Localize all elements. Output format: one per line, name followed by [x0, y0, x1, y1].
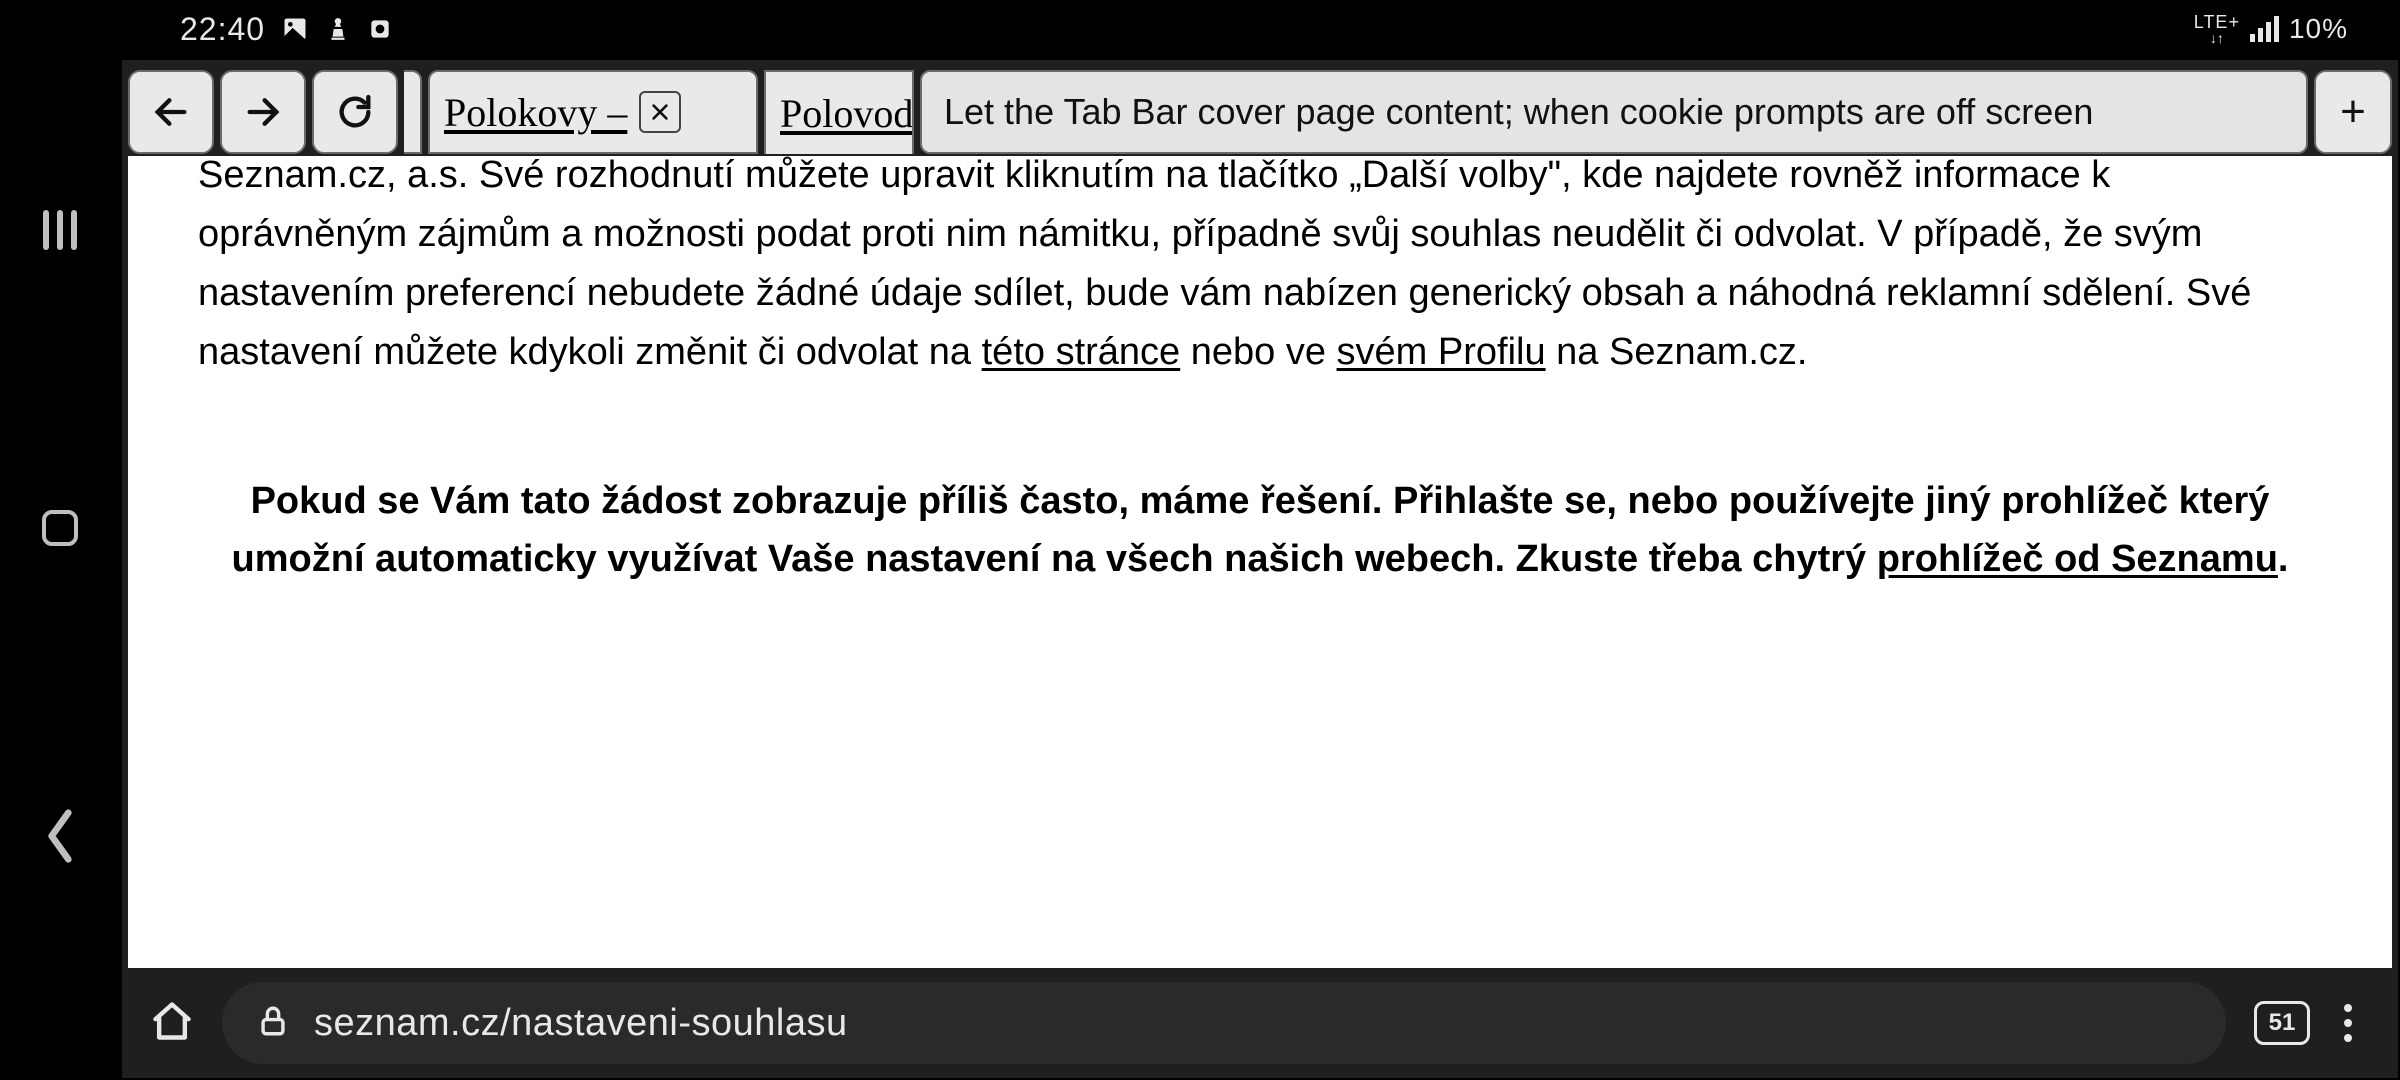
plus-icon: +	[2340, 87, 2366, 137]
chess-notification-icon	[325, 16, 351, 42]
tab-title: Polovod	[780, 90, 913, 137]
tab-polokovy[interactable]: Polokovy –	[428, 70, 758, 154]
tab-polovod[interactable]: Polovod	[764, 70, 914, 154]
overflow-menu-button[interactable]	[2338, 1004, 2358, 1042]
android-nav-rail	[0, 0, 120, 1080]
home-button[interactable]	[42, 510, 78, 546]
consent-paragraph: Seznam.cz, a.s. Své rozhodnutí můžete up…	[198, 156, 2322, 382]
page-viewport[interactable]: Seznam.cz, a.s. Své rozhodnutí můžete up…	[128, 156, 2392, 1072]
lock-icon	[256, 1004, 290, 1043]
reload-button[interactable]	[312, 70, 398, 154]
signal-icon	[2250, 16, 2279, 42]
address-bar-url: seznam.cz/nastaveni-souhlasu	[314, 1002, 848, 1045]
tab-count-button[interactable]: 51	[2254, 1001, 2310, 1045]
nav-back-button[interactable]	[128, 70, 214, 154]
browser-bottom-bar: seznam.cz/nastaveni-souhlasu 51	[122, 968, 2398, 1078]
tab-fragment[interactable]	[404, 70, 422, 154]
close-tab-button[interactable]	[639, 91, 681, 133]
address-bar[interactable]: seznam.cz/nastaveni-souhlasu	[222, 982, 2226, 1064]
android-status-bar: 22:40 LTE+↓↑ 10%	[0, 0, 2400, 58]
back-button[interactable]	[40, 806, 80, 871]
nav-forward-button[interactable]	[220, 70, 306, 154]
link-prohlizec-od-seznamu[interactable]: prohlížeč od Seznamu	[1877, 538, 2278, 580]
square-notification-icon	[367, 16, 393, 42]
recents-button[interactable]	[43, 210, 77, 250]
tab-title: Polokovy –	[444, 89, 627, 136]
consent-bold-paragraph: Pokud se Vám tato žádost zobrazuje příli…	[198, 472, 2322, 590]
tab-bar: Polokovy – Polovod Let the Tab Bar cover…	[122, 60, 2398, 156]
battery-icon	[2358, 12, 2380, 46]
tab-count-value: 51	[2269, 1009, 2296, 1037]
browser-window: Polokovy – Polovod Let the Tab Bar cover…	[120, 58, 2400, 1080]
link-svem-profilu[interactable]: svém Profilu	[1337, 331, 1546, 373]
new-tab-button[interactable]: +	[2314, 70, 2392, 154]
tabbar-hint-text: Let the Tab Bar cover page content; when…	[944, 91, 2093, 133]
tabbar-hint[interactable]: Let the Tab Bar cover page content; when…	[920, 70, 2308, 154]
browser-home-button[interactable]	[150, 999, 194, 1048]
link-teto-strance[interactable]: této stránce	[982, 331, 1181, 373]
network-type-icon: LTE+↓↑	[2194, 13, 2240, 45]
image-notification-icon	[281, 15, 309, 43]
status-time: 22:40	[180, 11, 265, 48]
battery-percent: 10%	[2289, 13, 2348, 45]
